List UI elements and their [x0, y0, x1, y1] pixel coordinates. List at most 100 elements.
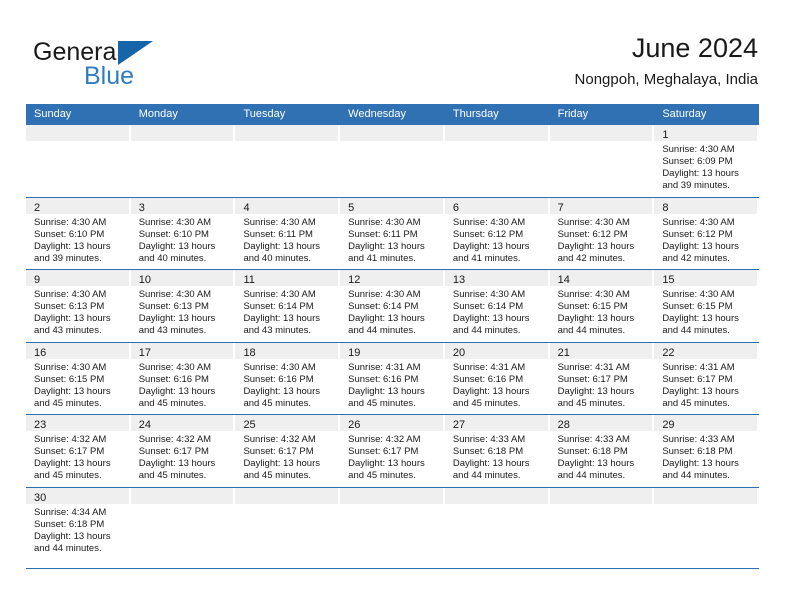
daylight-text-line2: and 39 minutes.: [662, 180, 730, 192]
day-number-band: 13: [444, 270, 548, 286]
day-details: [235, 504, 338, 507]
calendar-day-cell[interactable]: 27 Sunrise: 4:33 AM Sunset: 6:18 PM Dayligh…: [444, 415, 550, 487]
calendar-day-cell[interactable]: 29 Sunrise: 4:33 AM Sunset: 6:18 PM Dayligh…: [654, 415, 759, 487]
daylight-text-line1: Daylight: 13 hours: [348, 313, 425, 325]
calendar-day-cell[interactable]: 20 Sunrise: 4:31 AM Sunset: 6:16 PM Dayligh…: [444, 342, 550, 415]
day-number-band: 8: [654, 197, 758, 214]
calendar-day-cell[interactable]: [235, 487, 340, 568]
calendar-day-cell[interactable]: 30 Sunrise: 4:34 AM Sunset: 6:18 PM Dayligh…: [26, 487, 131, 568]
calendar-day-cell[interactable]: 11 Sunrise: 4:30 AM Sunset: 6:14 PM Dayligh…: [235, 270, 340, 342]
weekday-header-friday: Friday: [557, 108, 589, 120]
daylight-text-line1: Daylight: 13 hours: [348, 385, 425, 397]
daylight-text-line2: and 45 minutes.: [243, 470, 312, 482]
day-number: 18: [243, 346, 256, 359]
sunrise-text: Sunrise: 4:30 AM: [452, 289, 526, 300]
page-subtitle: Nongpoh, Meghalaya, India: [574, 71, 758, 88]
day-number: 9: [34, 274, 41, 286]
sunrise-text: Sunrise: 4:30 AM: [243, 216, 316, 228]
calendar-day-cell[interactable]: 22 Sunrise: 4:31 AM Sunset: 6:17 PM Dayligh…: [654, 342, 759, 415]
sunrise-text: Sunrise: 4:30 AM: [662, 216, 735, 228]
day-number-band: [340, 487, 443, 504]
day-details: Sunrise: 4:32 AM Sunset: 6:17 PM Daylight:…: [131, 431, 234, 482]
day-number: 25: [243, 419, 256, 431]
daylight-text-line2: and 45 minutes.: [348, 397, 416, 409]
calendar-day-cell[interactable]: 9 Sunrise: 4:30 AM Sunset: 6:13 PM Daylight…: [26, 270, 131, 342]
calendar-day-cell[interactable]: 26 Sunrise: 4:32 AM Sunset: 6:17 PM Dayligh…: [340, 415, 445, 487]
day-number: 20: [452, 346, 466, 359]
day-number-band: 10: [130, 270, 234, 286]
daylight-text-line1: Daylight: 13 hours: [34, 385, 111, 397]
day-details: Sunrise: 4:30 AM Sunset: 6:11 PM Daylight:…: [340, 214, 443, 265]
sunrise-text: Sunrise: 4:33 AM: [662, 434, 735, 445]
calendar-day-cell[interactable]: [444, 125, 550, 197]
day-number: 11: [243, 274, 255, 286]
daylight-text-line1: Daylight: 13 hours: [138, 385, 216, 397]
day-number: 29: [662, 419, 675, 431]
calendar-day-cell[interactable]: 24 Sunrise: 4:32 AM Sunset: 6:17 PM Dayligh…: [130, 415, 236, 487]
calendar-day-cell[interactable]: 14 Sunrise: 4:30 AM Sunset: 6:15 PM Dayligh…: [549, 270, 655, 342]
sunset-text: Sunset: 6:11 PM: [243, 228, 313, 240]
calendar-day-cell[interactable]: [26, 125, 131, 197]
day-details: [26, 141, 129, 144]
sunset-text: Sunset: 6:17 PM: [243, 446, 314, 458]
day-number: 15: [662, 274, 675, 286]
calendar-day-cell[interactable]: [340, 125, 445, 197]
daylight-text-line2: and 41 minutes.: [452, 252, 521, 264]
calendar-day-cell[interactable]: 17 Sunrise: 4:30 AM Sunset: 6:16 PM Dayligh…: [130, 342, 236, 415]
day-details: Sunrise: 4:32 AM Sunset: 6:17 PM Daylight:…: [26, 431, 129, 482]
calendar-day-cell[interactable]: 7 Sunrise: 4:30 AM Sunset: 6:12 PM Daylight…: [549, 197, 655, 270]
calendar-day-cell[interactable]: 8 Sunrise: 4:30 AM Sunset: 6:12 PM Daylight…: [654, 197, 759, 270]
calendar-day-cell[interactable]: 25 Sunrise: 4:32 AM Sunset: 6:17 PM Dayligh…: [235, 415, 340, 487]
calendar-day-cell[interactable]: 28 Sunrise: 4:33 AM Sunset: 6:18 PM Dayligh…: [549, 415, 655, 487]
daylight-text-line1: Daylight: 13 hours: [243, 240, 321, 252]
calendar-day-cell[interactable]: 13 Sunrise: 4:30 AM Sunset: 6:14 PM Dayligh…: [444, 270, 550, 342]
sunset-text: Sunset: 6:18 PM: [452, 446, 524, 458]
daylight-text-line2: and 44 minutes.: [34, 542, 102, 554]
day-details: Sunrise: 4:30 AM Sunset: 6:12 PM Daylight:…: [445, 214, 548, 265]
calendar-day-cell[interactable]: 5 Sunrise: 4:30 AM Sunset: 6:11 PM Daylight…: [340, 197, 445, 270]
sunrise-text: Sunrise: 4:30 AM: [557, 289, 630, 300]
day-number-band: [130, 125, 234, 141]
calendar-day-cell[interactable]: [130, 125, 236, 197]
calendar-day-cell[interactable]: 2 Sunrise: 4:30 AM Sunset: 6:10 PM Daylight…: [26, 197, 131, 270]
day-number-band: [444, 125, 548, 141]
day-number: 3: [138, 201, 145, 214]
day-number: 26: [348, 419, 361, 431]
day-details: [445, 504, 548, 507]
daylight-text-line2: and 45 minutes.: [662, 397, 730, 409]
calendar-day-cell[interactable]: 16 Sunrise: 4:30 AM Sunset: 6:15 PM Dayligh…: [26, 342, 131, 415]
calendar-day-cell[interactable]: 21 Sunrise: 4:31 AM Sunset: 6:17 PM Dayligh…: [549, 342, 655, 415]
day-number-band: 20: [444, 342, 548, 359]
calendar-week-row: 1 Sunrise: 4:30 AM Sunset: 6:09 PM Daylight…: [26, 125, 759, 198]
calendar-day-cell[interactable]: [130, 487, 236, 568]
sunrise-text: Sunrise: 4:30 AM: [138, 361, 212, 373]
calendar-day-cell[interactable]: 6 Sunrise: 4:30 AM Sunset: 6:12 PM Daylight…: [444, 197, 550, 270]
day-number-band: 7: [549, 197, 653, 214]
calendar-day-cell[interactable]: 4 Sunrise: 4:30 AM Sunset: 6:11 PM Daylight…: [235, 197, 340, 270]
calendar-day-cell[interactable]: 15 Sunrise: 4:30 AM Sunset: 6:15 PM Dayligh…: [654, 270, 759, 342]
day-details: Sunrise: 4:32 AM Sunset: 6:17 PM Daylight:…: [235, 431, 338, 482]
calendar-day-cell[interactable]: 3 Sunrise: 4:30 AM Sunset: 6:10 PM Daylight…: [130, 197, 236, 270]
calendar-day-cell[interactable]: 1 Sunrise: 4:30 AM Sunset: 6:09 PM Daylight…: [654, 125, 759, 197]
daylight-text-line1: Daylight: 13 hours: [662, 313, 739, 325]
sunset-text: Sunset: 6:17 PM: [138, 446, 209, 458]
calendar-day-cell[interactable]: [340, 487, 445, 568]
calendar-day-cell[interactable]: 23 Sunrise: 4:32 AM Sunset: 6:17 PM Dayligh…: [26, 415, 131, 487]
general-blue-logo[interactable]: General Blue: [33, 38, 213, 90]
daylight-text-line2: and 45 minutes.: [138, 397, 207, 409]
daylight-text-line2: and 44 minutes.: [662, 325, 730, 337]
calendar-day-cell[interactable]: [549, 125, 655, 197]
calendar-day-cell[interactable]: 18 Sunrise: 4:30 AM Sunset: 6:16 PM Dayligh…: [235, 342, 340, 415]
calendar-day-cell[interactable]: 19 Sunrise: 4:31 AM Sunset: 6:16 PM Dayligh…: [340, 342, 445, 415]
sunset-text: Sunset: 6:17 PM: [34, 446, 105, 458]
day-number-band: 29: [654, 415, 758, 431]
sunrise-text: Sunrise: 4:31 AM: [662, 361, 735, 373]
calendar-day-cell[interactable]: [444, 487, 550, 568]
calendar-day-cell[interactable]: 10 Sunrise: 4:30 AM Sunset: 6:13 PM Dayligh…: [130, 270, 236, 342]
sunset-text: Sunset: 6:17 PM: [557, 373, 628, 385]
calendar-day-cell[interactable]: [549, 487, 655, 568]
sunset-text: Sunset: 6:10 PM: [34, 228, 105, 240]
calendar-day-cell[interactable]: [235, 125, 340, 197]
calendar-day-cell[interactable]: [654, 487, 759, 568]
calendar-day-cell[interactable]: 12 Sunrise: 4:30 AM Sunset: 6:14 PM Dayligh…: [340, 270, 445, 342]
